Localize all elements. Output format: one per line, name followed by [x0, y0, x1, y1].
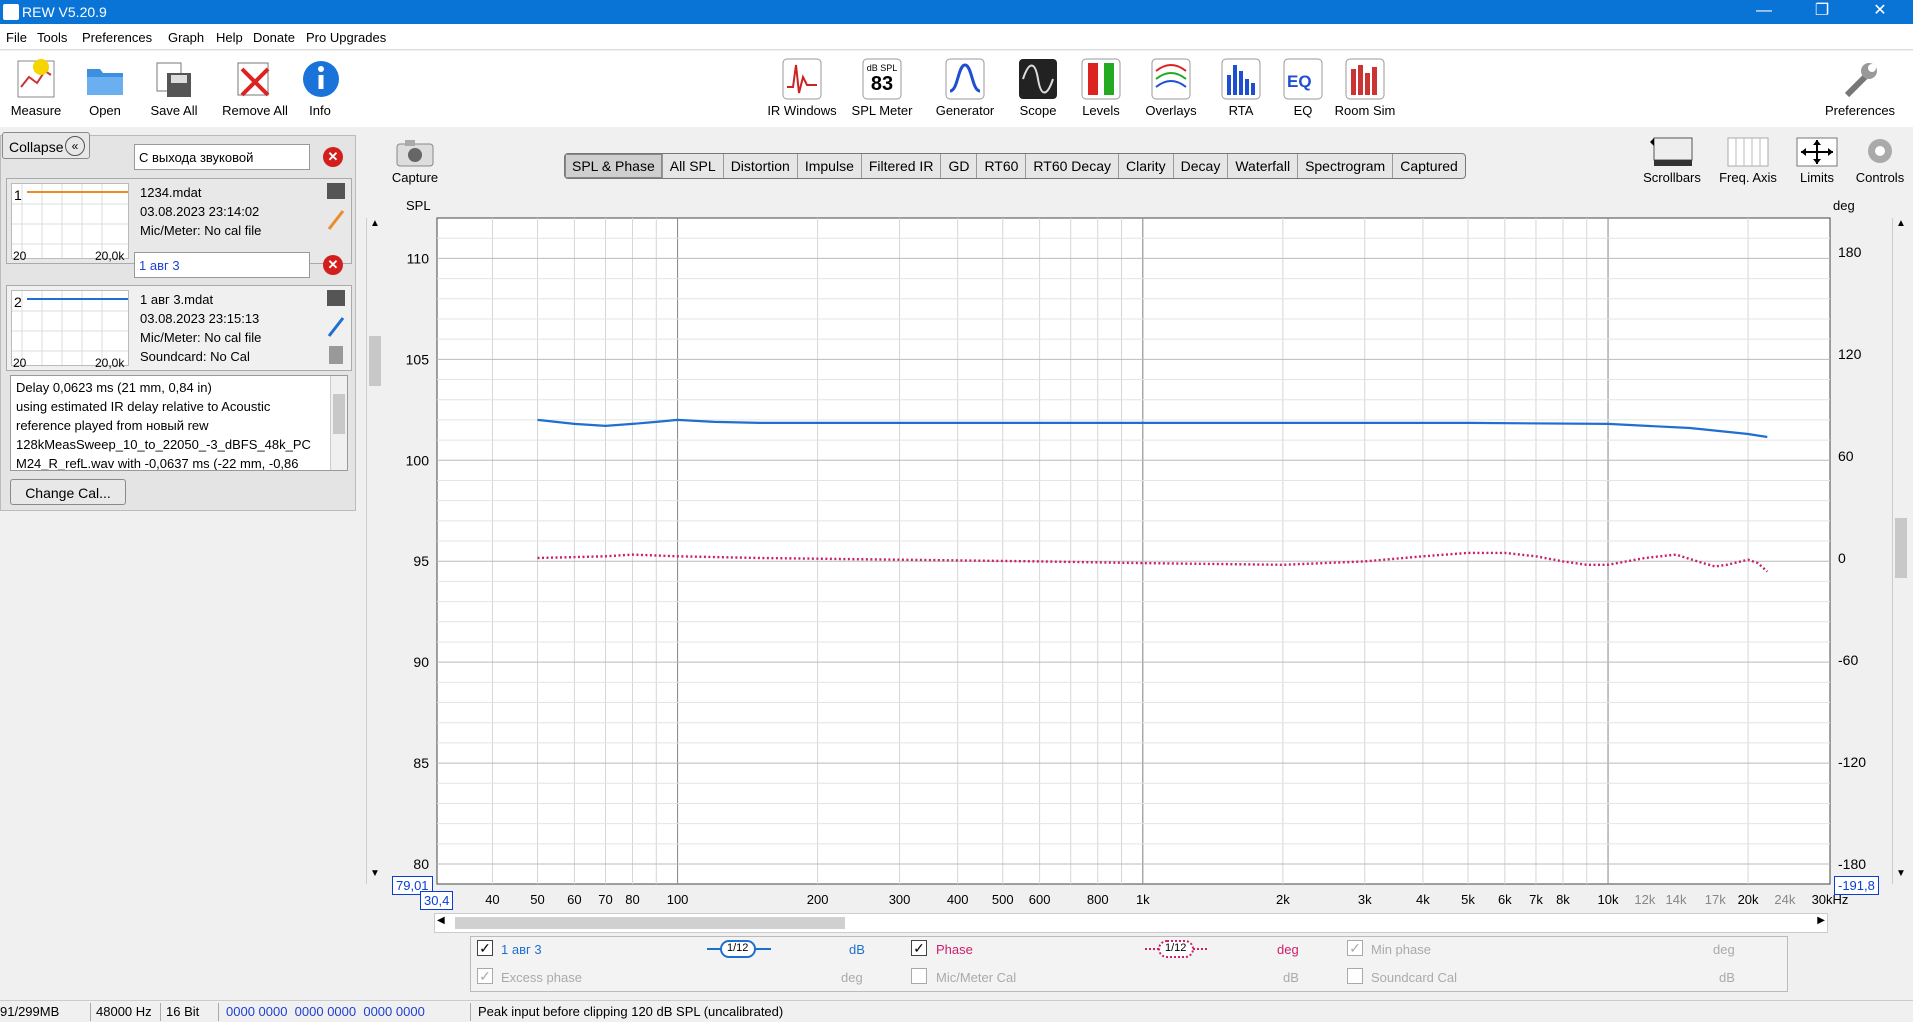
status-separator [160, 1003, 161, 1021]
x-tick-label: 60 [567, 892, 581, 907]
x-tick-label: 100 [667, 892, 689, 907]
trace-legend: ✓ 1 авг 3 1/12 dB ✓ Phase 1/12 deg ✓ Min… [470, 936, 1788, 992]
x-tick-label: 10k [1598, 892, 1619, 907]
legend-label-soundcard-cal: Soundcard Cal [1371, 970, 1457, 985]
x-tick-label: 600 [1029, 892, 1051, 907]
legend-label-measurement: 1 авг 3 [501, 942, 542, 957]
y-tick-label: 85 [413, 755, 429, 771]
x-min-label[interactable]: 30,4 [420, 891, 454, 910]
status-message: Peak input before clipping 120 dB SPL (u… [478, 1004, 784, 1019]
smoothing-label-measurement: 1/12 [727, 942, 749, 954]
x-tick-label: 50 [530, 892, 544, 907]
legend-label-mic-cal: Mic/Meter Cal [936, 970, 1017, 985]
legend-label-phase: Phase [936, 942, 973, 957]
x-tick-label: 12k [1634, 892, 1655, 907]
y-right-tick-label: 60 [1838, 448, 1854, 464]
y-right-tick-label: -180 [1838, 856, 1866, 872]
status-separator [470, 1003, 471, 1021]
y-tick-label: 105 [406, 351, 430, 367]
status-sample-rate: 48000 Hz [96, 1004, 152, 1019]
legend-checkbox-min-phase[interactable]: ✓ [1347, 940, 1363, 956]
x-tick-label: 70 [598, 892, 612, 907]
legend-checkbox-excess-phase[interactable]: ✓ [477, 968, 493, 984]
x-tick-label: 3k [1358, 892, 1372, 907]
status-input-levels: 0000 0000 0000 0000 0000 0000 [226, 1004, 425, 1019]
x-tick-label: 300 [889, 892, 911, 907]
spl-phase-chart[interactable]: 11010510095908580180120600-60-120-18040 5… [0, 0, 1913, 1022]
x-tick-label: 5k [1461, 892, 1475, 907]
x-tick-label: 7k [1529, 892, 1543, 907]
y-tick-label: 95 [413, 553, 429, 569]
legend-unit-soundcard-cal: dB [1719, 970, 1735, 985]
x-tick-label: 17k [1705, 892, 1726, 907]
y-right-tick-label: 120 [1838, 346, 1862, 362]
x-tick-label: 400 [947, 892, 969, 907]
legend-checkbox-mic-cal[interactable] [911, 968, 927, 984]
status-memory: 91/299MB [0, 1004, 60, 1019]
x-tick-label: 80 [625, 892, 639, 907]
frequency-scroll-thumb[interactable] [455, 917, 845, 929]
plot-area [436, 217, 1831, 885]
x-tick-label: 24k [1774, 892, 1795, 907]
legend-checkbox-phase[interactable]: ✓ [911, 940, 927, 956]
x-tick-label: 2k [1276, 892, 1290, 907]
status-bar: 91/299MB 48000 Hz 16 Bit 0000 0000 0000 … [0, 1000, 1913, 1022]
x-tick-label: 500 [992, 892, 1014, 907]
scroll-left-arrow-icon[interactable]: ◀ [437, 915, 445, 926]
frequency-scrollbar[interactable]: ◀ ▶ [434, 913, 1828, 933]
y-right-tick-label: 0 [1838, 550, 1846, 566]
legend-unit-min-phase: deg [1713, 942, 1735, 957]
smoothing-label-phase: 1/12 [1165, 942, 1187, 954]
y-right-tick-label: -120 [1838, 754, 1866, 770]
y-right-tick-label: 180 [1838, 244, 1862, 260]
y-tick-label: 110 [407, 250, 430, 266]
x-tick-label: 14k [1666, 892, 1687, 907]
y-right-min-label[interactable]: -191,8 [1834, 876, 1879, 895]
status-separator [218, 1003, 219, 1021]
y-tick-label: 100 [406, 452, 430, 468]
legend-unit-measurement: dB [849, 942, 865, 957]
legend-unit-phase: deg [1277, 942, 1299, 957]
x-tick-label: 40 [485, 892, 499, 907]
legend-checkbox-soundcard-cal[interactable] [1347, 968, 1363, 984]
x-tick-label: 8k [1556, 892, 1570, 907]
x-tick-label: 4k [1416, 892, 1430, 907]
x-tick-label: 1k [1136, 892, 1150, 907]
legend-unit-mic-cal: dB [1283, 970, 1299, 985]
y-tick-label: 80 [413, 856, 429, 872]
legend-checkbox-measurement[interactable]: ✓ [477, 940, 493, 956]
y-tick-label: 90 [413, 654, 429, 670]
legend-label-excess-phase: Excess phase [501, 970, 582, 985]
status-bit-depth: 16 Bit [166, 1004, 200, 1019]
x-tick-label: 200 [807, 892, 829, 907]
x-tick-label: 800 [1087, 892, 1109, 907]
x-tick-label: 6k [1498, 892, 1512, 907]
legend-unit-excess-phase: deg [841, 970, 863, 985]
x-tick-label: 20k [1738, 892, 1759, 907]
y-right-tick-label: -60 [1838, 652, 1858, 668]
status-separator [90, 1003, 91, 1021]
scroll-right-arrow-icon[interactable]: ▶ [1817, 915, 1825, 926]
legend-label-min-phase: Min phase [1371, 942, 1431, 957]
